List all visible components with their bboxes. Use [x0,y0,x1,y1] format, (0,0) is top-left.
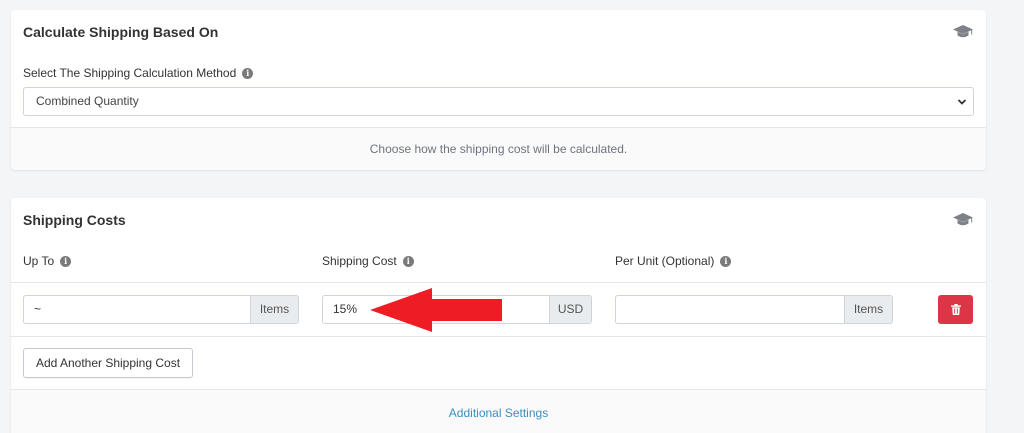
info-icon[interactable]: i [720,255,732,267]
info-icon[interactable]: i [402,255,414,267]
chevron-down-icon [957,99,967,105]
up-to-input[interactable]: ~ [24,296,250,323]
up-to-input-group: ~ Items [23,295,299,324]
row-divider [11,336,986,337]
calc-shipping-card: Calculate Shipping Based On Select The S… [11,10,986,170]
additional-settings-link[interactable]: Additional Settings [449,406,548,420]
per-unit-unit-addon: Items [844,296,892,323]
header-divider [11,282,986,283]
per-unit-header: Per Unit (Optional) i [615,254,732,268]
info-icon[interactable]: i [60,255,72,267]
calc-method-select[interactable]: Combined Quantity [23,87,974,116]
info-icon[interactable]: i [242,67,254,79]
per-unit-input[interactable] [616,296,844,323]
trash-icon [950,304,961,315]
per-unit-input-group: Items [615,295,893,324]
shipping-cost-currency-addon: USD [549,296,591,323]
up-to-header: Up To i [23,254,72,268]
graduation-cap-icon[interactable] [953,213,973,227]
shipping-cost-header: Shipping Cost i [322,254,414,268]
shipping-costs-title: Shipping Costs [23,212,126,228]
additional-settings-footer: Additional Settings [11,389,986,433]
add-shipping-cost-button[interactable]: Add Another Shipping Cost [23,348,193,378]
graduation-cap-icon[interactable] [953,25,973,39]
calc-method-value: Combined Quantity [36,94,139,108]
annotation-arrow-icon [370,288,502,332]
up-to-unit-addon: Items [250,296,298,323]
calc-shipping-title: Calculate Shipping Based On [23,24,219,40]
calc-footer-hint: Choose how the shipping cost will be cal… [11,127,986,170]
delete-row-button[interactable] [938,295,973,324]
method-label: Select The Shipping Calculation Method i [23,66,254,80]
